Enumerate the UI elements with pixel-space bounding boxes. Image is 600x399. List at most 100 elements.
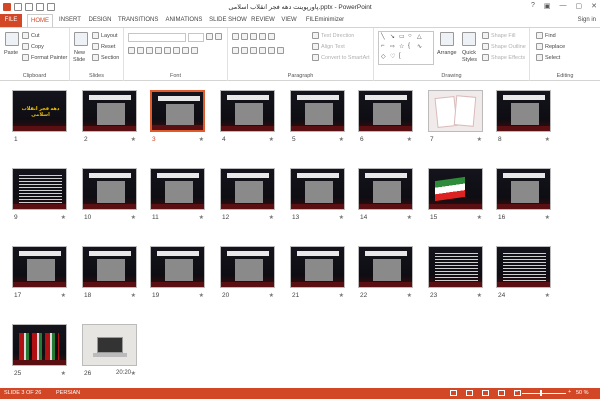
shape-arrow-icon[interactable]: ↘ — [390, 33, 395, 40]
transition-star-icon[interactable]: ★ — [199, 292, 204, 299]
shape-elbow-icon[interactable]: ⌐ — [381, 43, 385, 49]
character-spacing-icon[interactable] — [173, 47, 180, 54]
tab-review[interactable]: REVIEW — [251, 14, 275, 27]
text-direction-button[interactable]: Text Direction — [312, 32, 354, 39]
shape-effects-button[interactable]: Shape Effects — [482, 54, 525, 61]
close-button[interactable]: ✕ — [591, 2, 597, 10]
transition-star-icon[interactable]: ★ — [269, 292, 274, 299]
shape-rect-icon[interactable]: ▭ — [399, 33, 405, 40]
transition-star-icon[interactable]: ★ — [131, 214, 136, 221]
tab-transitions[interactable]: TRANSITIONS — [118, 14, 158, 27]
layout-button[interactable]: Layout — [92, 32, 118, 39]
bullets-icon[interactable] — [232, 33, 239, 40]
tab-fileminimizer[interactable]: FILEminimizer — [304, 14, 346, 27]
tab-design[interactable]: DESIGN — [87, 14, 113, 27]
transition-star-icon[interactable]: ★ — [131, 292, 136, 299]
select-button[interactable]: Select — [536, 54, 560, 61]
transition-star-icon[interactable]: ★ — [339, 292, 344, 299]
shape-brace-icon[interactable]: { — [408, 43, 410, 49]
quick-styles-label[interactable]: Quick — [462, 50, 476, 56]
transition-star-icon[interactable]: ★ — [407, 292, 412, 299]
shadow-icon[interactable] — [155, 47, 162, 54]
paste-icon[interactable] — [5, 32, 19, 46]
sign-in-link[interactable]: Sign in — [578, 14, 596, 27]
slide-sorter-view-icon[interactable] — [482, 390, 489, 396]
reset-button[interactable]: Reset — [92, 43, 115, 50]
quick-styles-label-line2[interactable]: Styles — [462, 57, 477, 63]
transition-star-icon[interactable]: ★ — [545, 292, 550, 299]
shape-curve-icon[interactable]: ∿ — [417, 43, 422, 50]
shape-fill-button[interactable]: Shape Fill — [482, 32, 515, 39]
transition-star-icon[interactable]: ★ — [199, 136, 204, 143]
shape-heart-icon[interactable]: ♡ — [390, 53, 395, 60]
increase-font-icon[interactable] — [206, 33, 213, 40]
underline-icon[interactable] — [146, 47, 153, 54]
zoom-slider-thumb[interactable] — [540, 390, 542, 396]
tab-file[interactable]: FILE — [0, 14, 22, 27]
shape-line-icon[interactable]: ╲ — [381, 33, 385, 40]
new-slide-icon[interactable] — [74, 32, 88, 46]
minimize-button[interactable]: — — [560, 2, 567, 10]
transition-star-icon[interactable]: ★ — [339, 136, 344, 143]
tab-slide-show[interactable]: SLIDE SHOW — [209, 14, 247, 27]
shape-bracket-icon[interactable]: [ — [399, 53, 401, 59]
italic-icon[interactable] — [137, 47, 144, 54]
cut-button[interactable]: Cut — [22, 32, 40, 39]
arrange-label[interactable]: Arrange — [437, 50, 457, 56]
transition-star-icon[interactable]: ★ — [545, 214, 550, 221]
transition-star-icon[interactable]: ★ — [339, 214, 344, 221]
language-indicator[interactable]: PERSIAN — [56, 390, 80, 396]
justify-icon[interactable] — [259, 47, 266, 54]
align-text-button[interactable]: Align Text — [312, 43, 345, 50]
notes-icon[interactable] — [450, 390, 457, 396]
section-button[interactable]: Section — [92, 54, 119, 61]
transition-star-icon[interactable]: ★ — [199, 214, 204, 221]
shape-arrow-right-icon[interactable]: ⇨ — [390, 43, 395, 50]
align-right-icon[interactable] — [250, 47, 257, 54]
center-icon[interactable] — [241, 47, 248, 54]
replace-button[interactable]: Replace — [536, 43, 565, 50]
copy-button[interactable]: Copy — [22, 43, 44, 50]
font-color-icon[interactable] — [191, 47, 198, 54]
zoom-out-button[interactable]: − — [515, 389, 518, 395]
bold-icon[interactable] — [128, 47, 135, 54]
transition-star-icon[interactable]: ★ — [477, 292, 482, 299]
tab-animations[interactable]: ANIMATIONS — [164, 14, 204, 27]
new-slide-label-line2[interactable]: Slide — [73, 57, 85, 63]
tab-insert[interactable]: INSERT — [58, 14, 82, 27]
ribbon-display-options-button[interactable]: ▣ — [544, 2, 551, 10]
shape-oval-icon[interactable]: ○ — [408, 33, 412, 39]
transition-star-icon[interactable]: ★ — [131, 370, 136, 377]
transition-star-icon[interactable]: ★ — [269, 214, 274, 221]
transition-star-icon[interactable]: ★ — [477, 214, 482, 221]
align-left-icon[interactable] — [232, 47, 239, 54]
shape-triangle-icon[interactable]: △ — [417, 33, 422, 40]
shape-callout-icon[interactable]: ◇ — [381, 53, 386, 60]
transition-star-icon[interactable]: ★ — [407, 214, 412, 221]
shape-star-icon[interactable]: ☆ — [399, 43, 404, 50]
transition-star-icon[interactable]: ★ — [61, 370, 66, 377]
zoom-in-button[interactable]: + — [568, 389, 571, 395]
arrange-icon[interactable] — [440, 32, 454, 46]
line-spacing-icon[interactable] — [268, 33, 275, 40]
change-case-icon[interactable] — [182, 47, 189, 54]
strikethrough-icon[interactable] — [164, 47, 171, 54]
new-slide-label[interactable]: New — [74, 50, 85, 56]
columns-icon[interactable] — [268, 47, 275, 54]
font-family-select[interactable] — [128, 33, 186, 42]
maximize-button[interactable]: ▢ — [576, 2, 583, 10]
find-button[interactable]: Find — [536, 32, 556, 39]
transition-star-icon[interactable]: ★ — [477, 136, 482, 143]
format-painter-button[interactable]: Format Painter — [22, 54, 67, 61]
zoom-slider[interactable] — [522, 393, 566, 394]
normal-view-icon[interactable] — [466, 390, 473, 396]
shape-outline-button[interactable]: Shape Outline — [482, 43, 526, 50]
tab-home[interactable]: HOME — [27, 14, 53, 27]
transition-star-icon[interactable]: ★ — [545, 136, 550, 143]
transition-star-icon[interactable]: ★ — [61, 214, 66, 221]
convert-smartart-button[interactable]: Convert to SmartArt — [312, 54, 370, 61]
paste-button[interactable]: Paste — [4, 50, 18, 56]
decrease-indent-icon[interactable] — [250, 33, 257, 40]
rtl-icon[interactable] — [277, 47, 284, 54]
tab-view[interactable]: VIEW — [280, 14, 298, 27]
